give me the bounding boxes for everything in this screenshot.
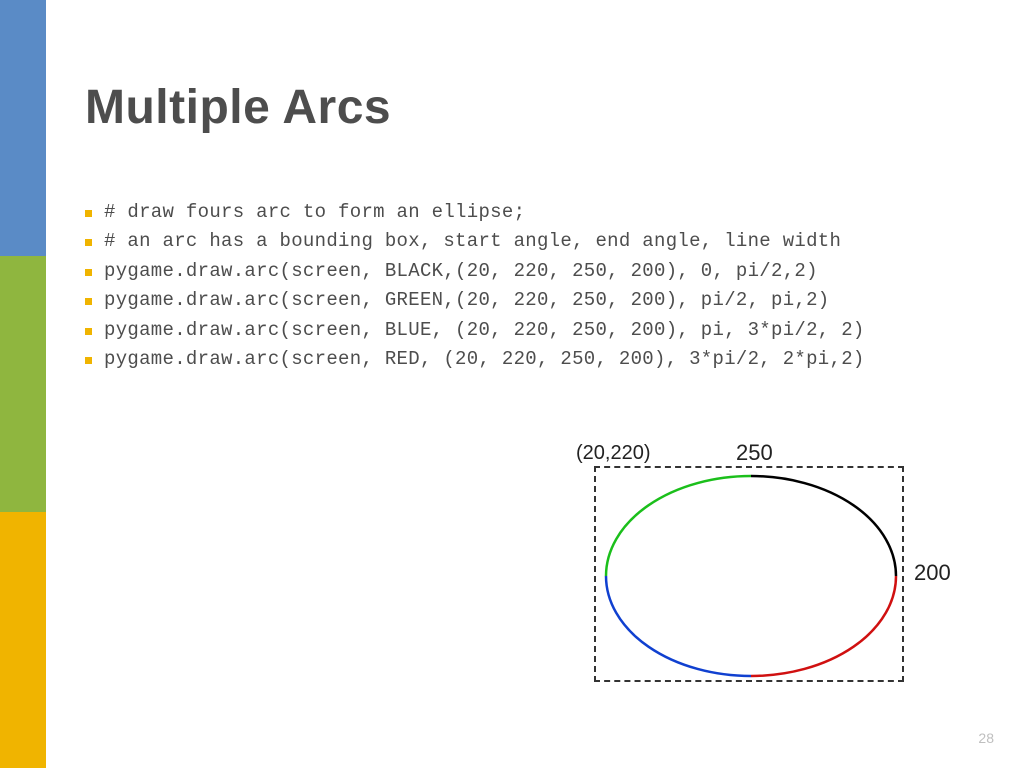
stripe-amber [0, 512, 46, 768]
bullet-icon [85, 357, 92, 364]
blue-arc [606, 576, 751, 676]
green-arc [606, 476, 751, 576]
slide: Multiple Arcs # draw fours arc to form a… [0, 0, 1024, 768]
height-label: 200 [914, 560, 951, 586]
sidebar-stripes [0, 0, 46, 768]
bullet-icon [85, 298, 92, 305]
list-item: # draw fours arc to form an ellipse; [85, 198, 965, 227]
arc-diagram: (20,220) 250 200 [576, 466, 916, 686]
origin-label: (20,220) [576, 442, 651, 465]
width-label: 250 [736, 440, 773, 466]
bullet-text: pygame.draw.arc(screen, RED, (20, 220, 2… [104, 345, 865, 374]
bullet-icon [85, 269, 92, 276]
bullet-icon [85, 328, 92, 335]
list-item: # an arc has a bounding box, start angle… [85, 227, 965, 256]
bullet-text: # draw fours arc to form an ellipse; [104, 198, 525, 227]
page-number: 28 [978, 730, 994, 746]
list-item: pygame.draw.arc(screen, GREEN,(20, 220, … [85, 286, 965, 315]
list-item: pygame.draw.arc(screen, BLACK,(20, 220, … [85, 257, 965, 286]
bullet-list: # draw fours arc to form an ellipse; # a… [85, 198, 965, 375]
stripe-green [0, 256, 46, 512]
red-arc [751, 576, 896, 676]
bullet-text: # an arc has a bounding box, start angle… [104, 227, 841, 256]
stripe-blue [0, 0, 46, 256]
list-item: pygame.draw.arc(screen, RED, (20, 220, 2… [85, 345, 965, 374]
bullet-text: pygame.draw.arc(screen, BLACK,(20, 220, … [104, 257, 818, 286]
bullet-icon [85, 210, 92, 217]
list-item: pygame.draw.arc(screen, BLUE, (20, 220, … [85, 316, 965, 345]
black-arc [751, 476, 896, 576]
arc-svg [596, 468, 906, 684]
slide-title: Multiple Arcs [85, 80, 391, 135]
bullet-text: pygame.draw.arc(screen, GREEN,(20, 220, … [104, 286, 830, 315]
bullet-text: pygame.draw.arc(screen, BLUE, (20, 220, … [104, 316, 865, 345]
bounding-box [594, 466, 904, 682]
bullet-icon [85, 239, 92, 246]
